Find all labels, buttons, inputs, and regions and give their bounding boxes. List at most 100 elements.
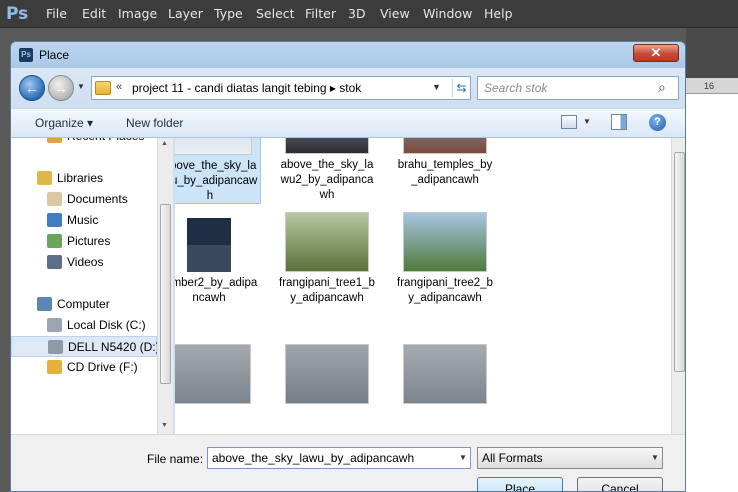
file-thumbnail	[285, 212, 369, 272]
view-dropdown-icon[interactable]: ▼	[583, 117, 591, 126]
file-item[interactable]: brahu_temples_by_adipancawh	[393, 138, 497, 204]
change-view-icon[interactable]	[561, 115, 577, 129]
nav-item-label: CD Drive (F:)	[67, 360, 138, 374]
address-dropdown-icon[interactable]: ▼	[432, 82, 441, 92]
file-item[interactable]: frangipani_tree2_by_adipancawh	[393, 206, 497, 322]
refresh-icon[interactable]: ⇆	[452, 79, 470, 97]
file-format-select[interactable]: All Formats	[477, 447, 663, 469]
address-path[interactable]: project 11 - candi diatas langit tebing …	[132, 81, 361, 95]
file-thumbnail	[175, 138, 252, 155]
scroll-down-icon[interactable]: ▼	[161, 422, 168, 429]
file-name-dropdown-icon[interactable]: ▼	[459, 453, 467, 462]
file-scrollbar[interactable]	[671, 138, 685, 434]
search-input[interactable]: Search stok ⌕	[477, 76, 679, 100]
place-button[interactable]: Place	[477, 477, 563, 491]
drive-icon	[48, 340, 63, 354]
nav-item-videos[interactable]: Videos	[11, 252, 157, 273]
nav-item-documents[interactable]: Documents	[11, 189, 157, 210]
recent-locations-dropdown[interactable]: ▼	[77, 82, 87, 92]
file-name-label: above_the_sky_lawu2_by_adipancawh	[280, 159, 374, 201]
nav-item-computer[interactable]: Computer	[11, 294, 157, 315]
address-bar[interactable]: « project 11 - candi diatas langit tebin…	[91, 76, 471, 100]
nav-item-label: Local Disk (C:)	[67, 318, 146, 332]
menu-layer[interactable]: Layer	[168, 6, 203, 21]
menu-view[interactable]: View	[380, 6, 410, 21]
file-thumbnail	[175, 344, 251, 404]
photoshop-ruler: 16	[686, 78, 738, 94]
nav-item-label: Libraries	[57, 171, 104, 185]
new-folder-button[interactable]: New folder	[126, 116, 183, 130]
nav-item-dell-n5420-d[interactable]: DELL N5420 (D:)	[11, 336, 160, 357]
file-thumbnail	[403, 138, 487, 154]
nav-item-pictures[interactable]: Pictures	[11, 231, 157, 252]
nav-scrollbar[interactable]: ▲ ▼	[157, 138, 173, 434]
nav-item-label: Music	[67, 213, 99, 227]
file-item[interactable]: above_the_sky_lawu_by_adipancawh	[175, 138, 261, 204]
search-icon[interactable]: ⌕	[658, 79, 666, 96]
file-name-label: above_the_sky_lawu_by_adipancawh	[175, 160, 258, 202]
help-icon[interactable]: ?	[649, 114, 666, 131]
cd-drive-icon	[47, 360, 62, 374]
file-name-label: frangipani_tree1_by_adipancawh	[279, 277, 375, 304]
file-scroll-thumb[interactable]	[674, 152, 685, 372]
file-item[interactable]	[175, 338, 261, 434]
file-item[interactable]: frangipani_tree1_by_adipancawh	[275, 206, 379, 322]
close-button[interactable]: ✕	[633, 44, 679, 62]
file-item[interactable]: above_the_sky_lawu2_by_adipancawh	[275, 138, 379, 204]
address-row: ← → ▼ « project 11 - candi diatas langit…	[11, 68, 685, 108]
menu-window[interactable]: Window	[423, 6, 472, 21]
menu-filter[interactable]: Filter	[305, 6, 336, 21]
local-disk-icon	[47, 318, 62, 332]
documents-icon	[47, 192, 62, 206]
nav-item-label: Recent Places	[67, 138, 144, 143]
nav-item-libraries[interactable]: Libraries	[11, 168, 157, 189]
file-thumbnail	[285, 344, 369, 404]
file-thumbnail	[285, 138, 369, 154]
nav-item-local-disk-c[interactable]: Local Disk (C:)	[11, 315, 157, 336]
organize-button[interactable]: Organize ▾	[35, 116, 93, 130]
computer-icon	[37, 297, 52, 311]
file-name-label: File name:	[147, 452, 204, 466]
photoshop-menubar: Ps File Edit Image Layer Type Select Fil…	[0, 0, 738, 28]
recent-places-icon	[47, 138, 62, 143]
file-list: frangipani_tree2_by_adipancawh frangipani…	[175, 138, 685, 434]
file-thumbnail	[187, 212, 231, 272]
file-item[interactable]: climber2_by_adipancawh	[175, 206, 261, 322]
file-item[interactable]	[393, 338, 497, 434]
menu-3d[interactable]: 3D	[348, 6, 366, 21]
search-placeholder: Search stok	[484, 81, 548, 95]
preview-pane-icon[interactable]	[611, 114, 627, 130]
file-name-label: frangipani_tree2_by_adipancawh	[397, 277, 493, 304]
nav-item-recent-places[interactable]: Recent Places	[11, 138, 157, 147]
menu-select[interactable]: Select	[256, 6, 295, 21]
file-name-label: climber2_by_adipancawh	[175, 277, 258, 304]
menu-image[interactable]: Image	[118, 6, 157, 21]
photoshop-canvas	[686, 28, 738, 492]
nav-item-music[interactable]: Music	[11, 210, 157, 231]
photoshop-options-panel	[686, 28, 738, 78]
file-item[interactable]	[275, 338, 379, 434]
dialog-titlebar[interactable]: Ps Place ✕	[11, 42, 685, 68]
address-chevron[interactable]: «	[116, 81, 122, 93]
format-dropdown-icon[interactable]: ▼	[651, 453, 659, 462]
forward-button[interactable]: →	[48, 75, 74, 101]
menu-help[interactable]: Help	[484, 6, 513, 21]
menu-file[interactable]: File	[46, 6, 67, 21]
dialog-title: Place	[39, 48, 70, 62]
folder-icon	[95, 81, 111, 95]
cancel-button[interactable]: Cancel	[577, 477, 663, 491]
videos-icon	[47, 255, 62, 269]
nav-item-cd-drive-f[interactable]: CD Drive (F:)	[11, 357, 157, 378]
file-name-input[interactable]: above_the_sky_lawu_by_adipancawh	[207, 447, 471, 469]
file-thumbnail	[403, 344, 487, 404]
scroll-up-icon[interactable]: ▲	[161, 140, 168, 147]
file-name-label: brahu_temples_by_adipancawh	[397, 159, 493, 186]
back-button[interactable]: ←	[19, 75, 45, 101]
dialog-toolbar: Organize ▾ New folder ▼ ?	[11, 108, 685, 138]
menu-type[interactable]: Type	[214, 6, 243, 21]
nav-scroll-thumb[interactable]	[160, 204, 171, 384]
libraries-icon	[37, 171, 52, 185]
music-icon	[47, 213, 62, 227]
place-dialog: Ps Place ✕ ← → ▼ « project 11 - candi di…	[10, 41, 686, 492]
menu-edit[interactable]: Edit	[82, 6, 106, 21]
